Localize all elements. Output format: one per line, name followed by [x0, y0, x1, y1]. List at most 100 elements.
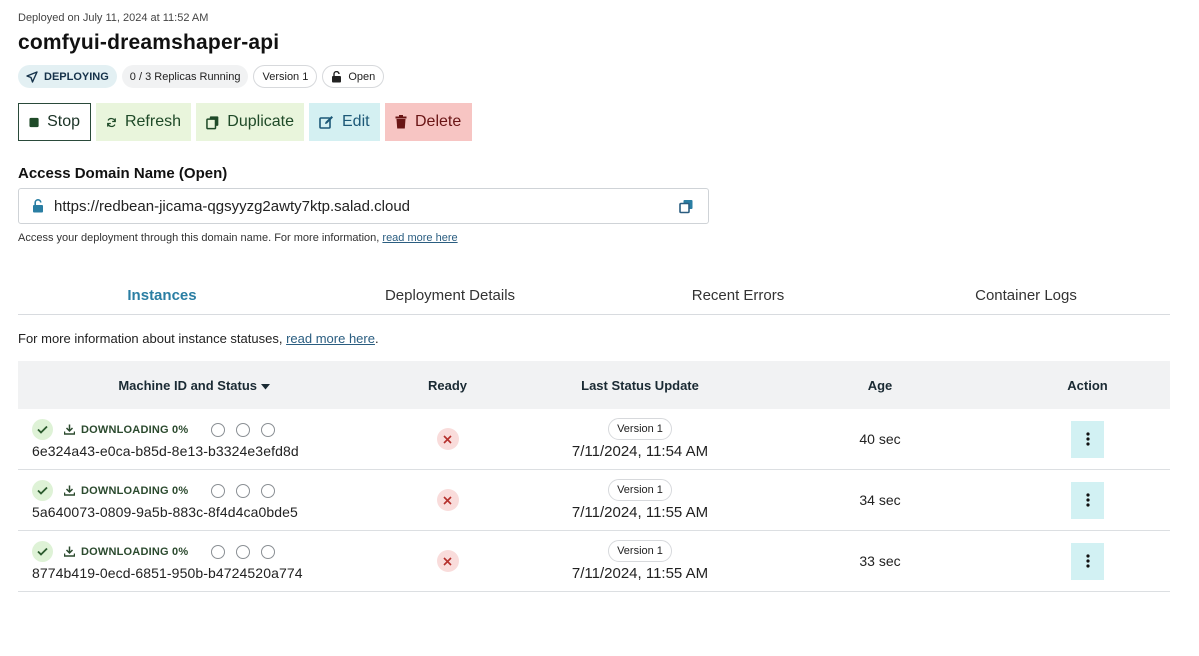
- action-toolbar: Stop Refresh Duplicate Edit Delete: [18, 103, 472, 141]
- step-indicator: [236, 483, 251, 498]
- status-steps: [211, 422, 276, 437]
- status-badges: DEPLOYING 0 / 3 Replicas Running Version…: [18, 65, 385, 88]
- tab-recent-errors[interactable]: Recent Errors: [594, 279, 882, 314]
- step-indicator: [211, 483, 226, 498]
- access-domain-field[interactable]: https://redbean-jicama-qgsyyzg2awty7ktp.…: [18, 188, 709, 224]
- status-line: DOWNLOADING 0%: [32, 419, 370, 440]
- machine-cell: DOWNLOADING 0% 8774b419-0ecd-6851-950b-b…: [18, 541, 370, 581]
- access-help-prefix: Access your deployment through this doma…: [18, 232, 383, 244]
- tab-container-logs[interactable]: Container Logs: [882, 279, 1170, 314]
- instance-status: DOWNLOADING 0%: [81, 545, 189, 558]
- tab-instances[interactable]: Instances: [18, 279, 306, 314]
- edit-button[interactable]: Edit: [309, 103, 380, 141]
- download-icon: [64, 485, 75, 496]
- refresh-icon: [107, 117, 116, 127]
- update-time: 7/11/2024, 11:54 AM: [571, 443, 709, 460]
- step-indicator: [211, 422, 226, 437]
- status-line: DOWNLOADING 0%: [32, 541, 370, 562]
- ready-cell: [370, 489, 525, 511]
- age-cell: 40 sec: [859, 431, 901, 447]
- access-help-text: Access your deployment through this doma…: [18, 232, 458, 244]
- table-row: DOWNLOADING 0% 8774b419-0ecd-6851-950b-b…: [18, 531, 1170, 592]
- more-actions-button[interactable]: [1071, 542, 1104, 580]
- status-line: DOWNLOADING 0%: [32, 480, 370, 501]
- not-ready-icon: [436, 550, 459, 572]
- age-header: Age: [867, 377, 893, 393]
- age-cell: 34 sec: [859, 492, 901, 508]
- delete-label: Delete: [415, 113, 462, 130]
- step-indicator: [261, 483, 276, 498]
- kebab-icon: [1085, 554, 1090, 568]
- last-update-header: Last Status Update: [581, 377, 699, 393]
- last-update-cell: Version 1 7/11/2024, 11:55 AM: [525, 479, 755, 521]
- access-badge: Open: [322, 65, 385, 88]
- machine-id: 5a640073-0809-9a5b-883c-8f4d4ca0bde5: [32, 503, 298, 520]
- action-cell: [1005, 542, 1170, 580]
- ready-header: Ready: [427, 377, 468, 393]
- step-indicator: [236, 422, 251, 437]
- not-ready-icon: [436, 428, 459, 450]
- more-actions-button[interactable]: [1071, 481, 1104, 519]
- machine-header-label: Machine ID and Status: [118, 377, 258, 393]
- ready-cell: [370, 550, 525, 572]
- kebab-icon: [1085, 493, 1090, 507]
- copy-icon[interactable]: [679, 199, 694, 214]
- version-chip: Version 1: [608, 540, 672, 562]
- tab-deployment-details[interactable]: Deployment Details: [306, 279, 594, 314]
- unlock-icon: [332, 70, 342, 82]
- action-header: Action: [1067, 377, 1108, 393]
- access-label: Open: [348, 70, 376, 83]
- status-steps: [211, 483, 276, 498]
- instances-table: Machine ID and Status Ready Last Status …: [18, 361, 1170, 592]
- check-icon: [32, 541, 53, 562]
- machine-id: 6e324a43-e0ca-b85d-8e13-b3324e3efd8d: [32, 442, 299, 459]
- not-ready-icon: [436, 489, 459, 511]
- access-domain-url[interactable]: https://redbean-jicama-qgsyyzg2awty7ktp.…: [54, 198, 410, 215]
- replicas-badge: 0 / 3 Replicas Running: [121, 65, 249, 88]
- step-indicator: [261, 544, 276, 559]
- kebab-icon: [1085, 432, 1090, 446]
- deploying-label: DEPLOYING: [44, 70, 109, 83]
- download-icon: [64, 424, 75, 435]
- machine-cell: DOWNLOADING 0% 5a640073-0809-9a5b-883c-8…: [18, 480, 370, 520]
- refresh-button[interactable]: Refresh: [96, 103, 191, 141]
- machine-header[interactable]: Machine ID and Status: [18, 378, 370, 393]
- version-chip: Version 1: [608, 479, 672, 501]
- delete-button[interactable]: Delete: [385, 103, 472, 141]
- instance-status: DOWNLOADING 0%: [81, 423, 189, 436]
- stop-label: Stop: [47, 113, 80, 130]
- deployed-timestamp: Deployed on July 11, 2024 at 11:52 AM: [18, 12, 209, 24]
- version-badge: Version 1: [253, 65, 318, 88]
- deploying-badge: DEPLOYING: [18, 65, 117, 88]
- age-cell: 33 sec: [859, 553, 901, 569]
- table-row: DOWNLOADING 0% 6e324a43-e0ca-b85d-8e13-b…: [18, 409, 1170, 470]
- step-indicator: [236, 544, 251, 559]
- last-update-cell: Version 1 7/11/2024, 11:55 AM: [525, 540, 755, 582]
- action-cell: [1005, 481, 1170, 519]
- stop-icon: [29, 117, 39, 127]
- tab-bar: Instances Deployment Details Recent Erro…: [18, 279, 1170, 315]
- send-icon: [26, 70, 38, 83]
- step-indicator: [261, 422, 276, 437]
- action-cell: [1005, 420, 1170, 458]
- more-actions-button[interactable]: [1071, 420, 1104, 458]
- duplicate-label: Duplicate: [227, 113, 294, 130]
- access-read-more-link[interactable]: read more here: [382, 232, 457, 244]
- page-title: comfyui-dreamshaper-api: [18, 31, 280, 54]
- info-suffix: .: [374, 331, 379, 346]
- machine-id: 8774b419-0ecd-6851-950b-b4724520a774: [32, 564, 303, 581]
- stop-button[interactable]: Stop: [18, 103, 91, 141]
- instance-status-info: For more information about instance stat…: [18, 331, 379, 346]
- version-chip: Version 1: [608, 418, 672, 440]
- info-read-more-link[interactable]: read more here: [286, 331, 375, 346]
- last-update-cell: Version 1 7/11/2024, 11:54 AM: [525, 418, 755, 460]
- refresh-label: Refresh: [124, 113, 181, 130]
- step-indicator: [211, 544, 226, 559]
- status-steps: [211, 544, 276, 559]
- access-domain-label: Access Domain Name (Open): [18, 165, 228, 182]
- info-prefix: For more information about instance stat…: [18, 331, 287, 346]
- update-time: 7/11/2024, 11:55 AM: [571, 565, 709, 582]
- duplicate-button[interactable]: Duplicate: [196, 103, 304, 141]
- machine-cell: DOWNLOADING 0% 6e324a43-e0ca-b85d-8e13-b…: [18, 419, 370, 459]
- edit-label: Edit: [342, 113, 370, 130]
